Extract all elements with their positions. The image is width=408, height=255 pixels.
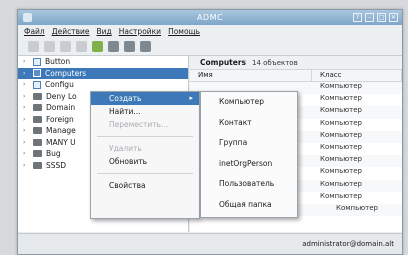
create-icon[interactable] xyxy=(92,41,103,52)
menu-item-label: Удалить xyxy=(109,144,142,153)
menu-item-delete[interactable]: Удалить xyxy=(91,142,199,155)
cell-class: Компьютер xyxy=(336,203,378,212)
forward-icon[interactable] xyxy=(44,41,55,52)
menu-item-properties[interactable]: Свойства xyxy=(91,179,199,192)
toolbar xyxy=(18,38,402,56)
tree-item-label: Manage xyxy=(46,126,76,136)
cell-class: Компьютер xyxy=(320,142,362,151)
menu-item-create[interactable]: Создать ▸ xyxy=(91,92,199,105)
expand-icon[interactable]: › xyxy=(23,58,29,65)
expand-icon[interactable]: › xyxy=(23,93,29,100)
back-icon[interactable] xyxy=(28,41,39,52)
cell-class: Компьютер xyxy=(320,130,362,139)
submenu-item-user[interactable]: Пользователь xyxy=(201,174,297,195)
column-class[interactable]: Класс xyxy=(312,70,402,81)
submenu-item-contact[interactable]: Контакт xyxy=(201,113,297,134)
expand-icon[interactable]: › xyxy=(23,116,29,123)
cell-class: Компьютер xyxy=(320,179,362,188)
user-icon[interactable] xyxy=(108,41,119,52)
cell-class: Компьютер xyxy=(320,155,362,164)
menu-item-label: Переместить... xyxy=(109,120,169,129)
tree-item-label: Domain xyxy=(46,103,76,113)
column-name[interactable]: Имя xyxy=(190,70,312,81)
menu-item-find[interactable]: Найти... xyxy=(91,105,199,118)
cell-class: Компьютер xyxy=(320,167,362,176)
expand-icon[interactable]: › xyxy=(23,104,29,111)
column-header-row: Имя Класс xyxy=(190,70,402,82)
menu-view[interactable]: Вид xyxy=(96,27,111,36)
create-submenu: Компьютер Контакт Группа inetOrgPerson П… xyxy=(200,91,298,218)
folder-icon xyxy=(33,92,42,100)
expand-icon[interactable]: › xyxy=(23,127,29,134)
tree-item-label: Bug xyxy=(46,149,61,159)
submenu-arrow-icon: ▸ xyxy=(189,94,193,102)
tree-item-label: Deny Lo xyxy=(46,91,77,101)
tree-item-label: Foreign xyxy=(46,114,74,124)
expand-icon[interactable]: › xyxy=(23,70,29,77)
window-controls: ? – □ ✕ xyxy=(353,13,398,22)
object-icon xyxy=(33,80,41,89)
menu-file[interactable]: Файл xyxy=(24,27,45,36)
maximize-icon[interactable]: □ xyxy=(377,13,386,22)
menu-action[interactable]: Действие xyxy=(52,27,90,36)
object-icon xyxy=(33,69,41,78)
menu-item-refresh[interactable]: Обновить xyxy=(91,155,199,168)
tree-item-label: SSSD xyxy=(46,160,67,170)
object-icon xyxy=(33,57,41,66)
menu-item-move[interactable]: Переместить... xyxy=(91,118,199,131)
tree-item-label: Button xyxy=(45,57,71,67)
expand-icon[interactable]: › xyxy=(23,150,29,157)
menu-item-label: Свойства xyxy=(109,181,146,190)
menu-item-label: Найти... xyxy=(109,107,141,116)
folder-icon xyxy=(33,115,42,123)
menu-separator xyxy=(97,173,193,174)
object-count: 14 объектов xyxy=(252,58,298,67)
menu-item-label: Обновить xyxy=(109,157,148,166)
cell-class: Компьютер xyxy=(320,118,362,127)
tree-item-label: Computers xyxy=(45,68,87,78)
tree-item[interactable]: › Configu xyxy=(18,79,188,91)
help-icon[interactable]: ? xyxy=(353,13,362,22)
title-bar: ADMC ? – □ ✕ xyxy=(18,10,402,25)
context-menu: Создать ▸ Найти... Переместить... Удалить… xyxy=(90,91,200,219)
ou-icon[interactable] xyxy=(140,41,151,52)
folder-icon xyxy=(33,161,42,169)
tree-item-label: Configu xyxy=(45,80,74,90)
menu-item-label: Создать xyxy=(109,94,142,103)
submenu-item-inetorgperson[interactable]: inetOrgPerson xyxy=(201,154,297,175)
results-header: Computers 14 объектов xyxy=(190,56,402,70)
refresh-icon[interactable] xyxy=(76,41,87,52)
menu-help[interactable]: Помощь xyxy=(168,27,200,36)
window-title: ADMC xyxy=(196,13,224,22)
expand-icon[interactable]: › xyxy=(23,81,29,88)
menu-separator xyxy=(97,136,193,137)
tree-item-label: MANY U xyxy=(46,137,76,147)
submenu-item-shared-folder[interactable]: Общая папка xyxy=(201,195,297,216)
folder-icon xyxy=(33,138,42,146)
expand-icon[interactable]: › xyxy=(23,139,29,146)
submenu-item-computer[interactable]: Компьютер xyxy=(201,92,297,113)
current-user: administrator@domain.alt xyxy=(302,240,394,248)
group-icon[interactable] xyxy=(124,41,135,52)
close-icon[interactable]: ✕ xyxy=(389,13,398,22)
results-title: Computers xyxy=(200,58,247,67)
up-icon[interactable] xyxy=(60,41,71,52)
cell-class: Компьютер xyxy=(320,191,362,200)
expand-icon[interactable]: › xyxy=(23,162,29,169)
cell-class: Компьютер xyxy=(320,94,362,103)
status-bar: administrator@domain.alt xyxy=(18,233,402,254)
menu-settings[interactable]: Настройки xyxy=(119,27,161,36)
menu-bar: Файл Действие Вид Настройки Помощь xyxy=(18,25,402,38)
folder-icon xyxy=(33,150,42,158)
folder-icon xyxy=(33,127,42,135)
tree-item-selected[interactable]: › Computers xyxy=(18,67,188,79)
cell-class: Компьютер xyxy=(320,82,362,90)
submenu-item-group[interactable]: Группа xyxy=(201,133,297,154)
tree-item[interactable]: › Button xyxy=(18,56,188,68)
cell-class: Компьютер xyxy=(320,106,362,115)
folder-icon xyxy=(33,104,42,112)
minimize-icon[interactable]: – xyxy=(365,13,374,22)
